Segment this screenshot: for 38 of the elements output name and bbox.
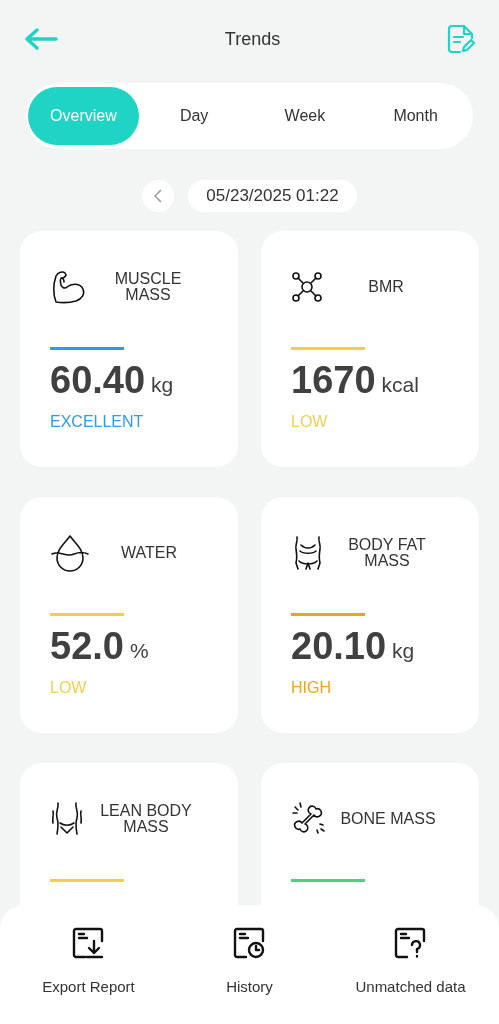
metric-value: 20.10 (291, 624, 387, 668)
chevron-left-icon (154, 189, 163, 203)
metric-label: BODY FAT MASS (347, 537, 427, 569)
waist-icon (50, 801, 84, 837)
status-label: HIGH (291, 678, 332, 698)
metric-label: BMR (367, 279, 405, 295)
date-label[interactable]: 05/23/2025 01:22 (188, 180, 357, 212)
status-label: LOW (291, 412, 329, 432)
metric-card[interactable]: MUSCLE MASS 60.40 kg EXCELLENT (20, 231, 238, 467)
unmatched-data-icon (394, 927, 427, 960)
tab[interactable]: Month (360, 87, 471, 145)
metric-unit: % (129, 638, 149, 664)
metric-unit: kg (392, 638, 415, 664)
metric-unit: kcal (381, 372, 419, 398)
bone-icon (291, 801, 327, 837)
history-icon (233, 927, 266, 960)
status-label: EXCELLENT (50, 412, 145, 432)
metric-label: LEAN BODY MASS (99, 803, 193, 835)
metric-unit: kg (151, 372, 174, 398)
page-title: Trends (224, 27, 281, 51)
status-label: LOW (50, 678, 88, 698)
metric-label: MUSCLE MASS (113, 271, 183, 303)
water-drop-icon (50, 534, 90, 572)
metric-value: 1670 (291, 358, 376, 402)
metric-card[interactable]: WATER 52.0% LOW (20, 497, 238, 733)
tab[interactable]: Day (138, 87, 250, 145)
back-icon[interactable] (24, 28, 58, 50)
export-report-icon (72, 927, 105, 960)
metric-label: BONE MASS (339, 811, 437, 827)
tab[interactable]: Week (249, 87, 361, 145)
previous-button[interactable] (142, 180, 175, 212)
metric-label: WATER (120, 545, 178, 561)
metric-card[interactable]: BMR 1670 kcal LOW (261, 231, 479, 467)
metric-card[interactable]: BODY FAT MASS 20.10 kg HIGH (261, 497, 479, 733)
edit-document-icon[interactable] (447, 24, 475, 54)
molecule-icon (291, 271, 323, 303)
metric-value: 52.0 (50, 624, 124, 668)
metric-value: 60.40 (50, 358, 146, 402)
